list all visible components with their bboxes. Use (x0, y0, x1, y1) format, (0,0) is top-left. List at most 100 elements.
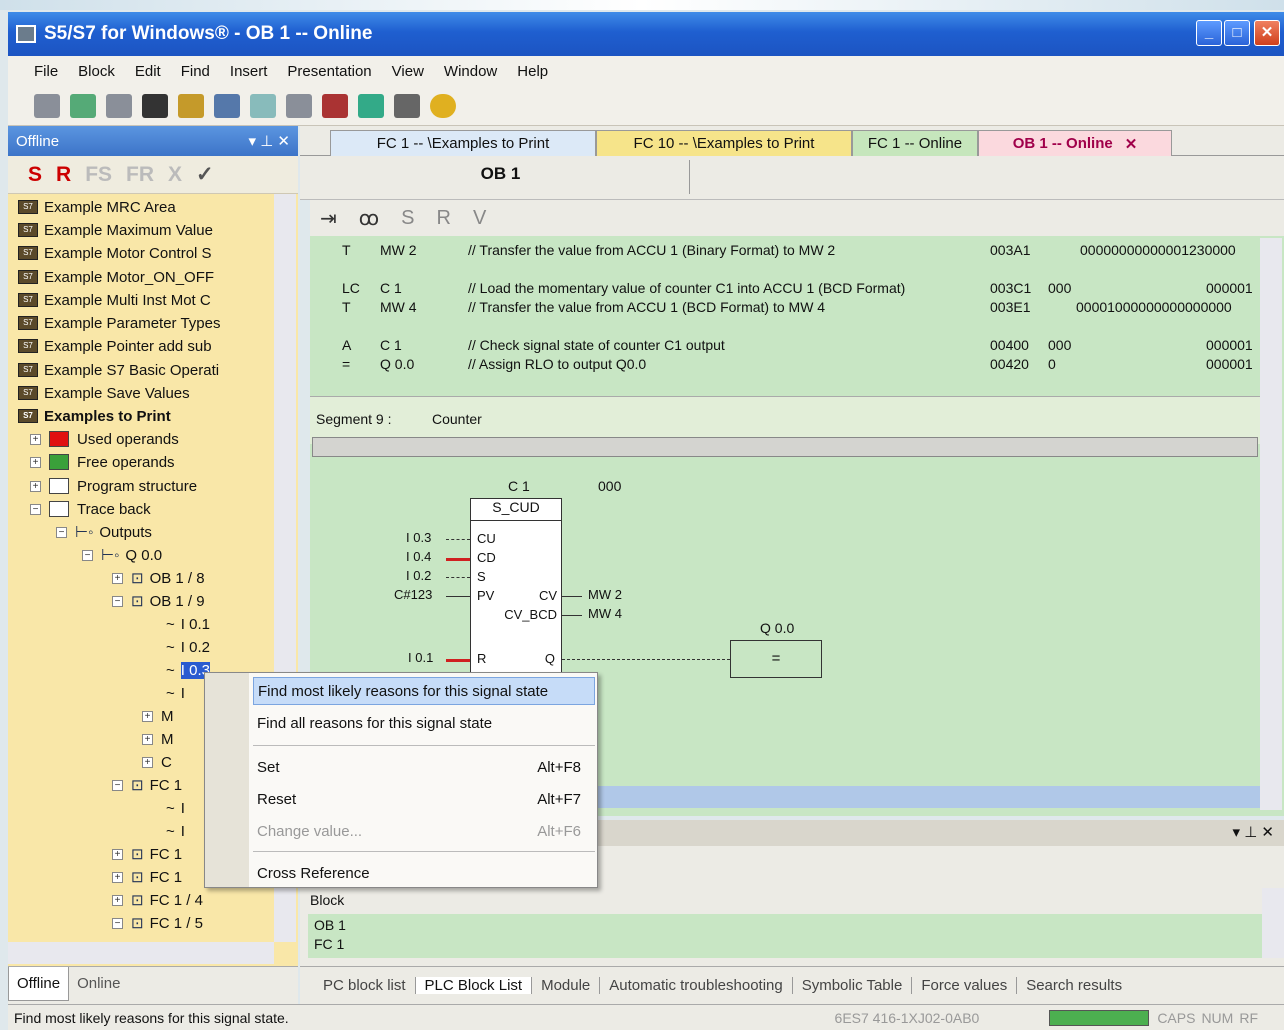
module-icon[interactable] (322, 93, 348, 118)
compare-icon[interactable] (70, 93, 96, 118)
print-icon[interactable] (106, 93, 132, 118)
tree-item[interactable]: ~ I (166, 797, 185, 819)
tab-plc-block-list[interactable]: PLC Block List (415, 977, 533, 994)
tab-search-results[interactable]: Search results (1017, 977, 1131, 994)
segment-comment[interactable] (312, 437, 1258, 457)
close-button[interactable]: ✕ (1254, 20, 1280, 46)
tool-fs[interactable]: FS (85, 163, 112, 187)
tab-fc1-examples[interactable]: FC 1 -- \Examples to Print (330, 130, 596, 156)
tool-x[interactable]: X (168, 163, 182, 187)
list-item[interactable]: OB 1 (308, 914, 1262, 936)
minimize-button[interactable]: _ (1196, 20, 1222, 46)
tool-r[interactable]: R (56, 163, 71, 187)
menu-find-all[interactable]: Find all reasons for this signal state (253, 709, 595, 737)
collapse-icon[interactable]: − (82, 549, 93, 561)
close-icon[interactable]: ✕ (1125, 135, 1138, 153)
tab-force-values[interactable]: Force values (912, 977, 1018, 994)
menu-set[interactable]: Set Alt+F8 (253, 753, 595, 781)
collapse-icon[interactable]: − (112, 779, 123, 791)
tool-s[interactable]: S (28, 163, 42, 187)
tree-item[interactable]: + ⊡ FC 1 / 4 (112, 889, 203, 911)
list-scrollbar[interactable] (1262, 888, 1284, 958)
expand-icon[interactable]: + (112, 848, 123, 860)
tab-module[interactable]: Module (532, 977, 601, 994)
tab-symbolic-table[interactable]: Symbolic Table (793, 977, 913, 994)
collapse-icon[interactable]: − (112, 917, 123, 929)
tab-fc1-online[interactable]: FC 1 -- Online (852, 130, 978, 156)
tree-item[interactable]: + C (142, 751, 172, 773)
maximize-button[interactable]: □ (1224, 20, 1250, 46)
tab-offline[interactable]: Offline (8, 967, 70, 1001)
tool-s[interactable]: S (401, 207, 414, 230)
expand-icon[interactable]: + (30, 480, 41, 492)
exit-icon[interactable]: ⇥ (320, 206, 337, 231)
tree-item[interactable]: S7 Example Motor Control S (18, 242, 212, 264)
tool-v[interactable]: V (473, 207, 486, 230)
help-icon[interactable] (430, 93, 456, 118)
expand-icon[interactable]: + (112, 572, 123, 584)
tab-fc10-examples[interactable]: FC 10 -- \Examples to Print (596, 130, 852, 156)
tree-item[interactable]: + ⊡ FC 1 (112, 866, 182, 888)
tree-item[interactable]: + M (142, 705, 174, 727)
tree-item[interactable]: S7 Examples to Print (18, 405, 171, 427)
menu-help[interactable]: Help (517, 63, 548, 80)
mail-icon[interactable] (394, 93, 420, 118)
trace-icon[interactable] (358, 93, 384, 118)
collapse-icon[interactable]: − (30, 503, 41, 515)
tree-program-structure[interactable]: + Program structure (30, 475, 197, 497)
expand-icon[interactable]: + (142, 756, 153, 768)
expand-icon[interactable]: + (30, 433, 41, 445)
menu-window[interactable]: Window (444, 63, 497, 80)
tree-ob18[interactable]: + ⊡ OB 1 / 8 (112, 567, 205, 589)
menu-block[interactable]: Block (78, 63, 115, 80)
expand-icon[interactable]: + (142, 710, 153, 722)
tree-ob19[interactable]: − ⊡ OB 1 / 9 (112, 590, 205, 612)
menu-change-value[interactable]: Change value... Alt+F6 (253, 817, 595, 845)
disk-icon[interactable] (142, 93, 168, 118)
tree-item[interactable]: ~ I (166, 682, 185, 704)
list-item[interactable]: FC 1 (308, 936, 1262, 952)
menu-file[interactable]: File (34, 63, 58, 80)
counter-box[interactable]: S_CUD CU CD S PV R CV CV_BCD Q (470, 498, 562, 692)
tree-item[interactable]: S7 Example Save Values (18, 382, 190, 404)
menu-presentation[interactable]: Presentation (287, 63, 371, 80)
tab-ob1-online[interactable]: OB 1 -- Online ✕ (978, 130, 1172, 156)
menu-edit[interactable]: Edit (135, 63, 161, 80)
collapse-icon[interactable]: − (56, 526, 67, 538)
tree-item[interactable]: − ⊡ FC 1 / 5 (112, 912, 203, 934)
tree-item[interactable]: S7 Example Maximum Value (18, 219, 213, 241)
menu-view[interactable]: View (392, 63, 424, 80)
expand-icon[interactable]: + (30, 456, 41, 468)
tool-fr[interactable]: FR (126, 163, 154, 187)
tree-item[interactable]: S7 Example Pointer add sub (18, 335, 212, 357)
tree-free-operands[interactable]: + Free operands (30, 451, 175, 473)
editor-scrollbar[interactable] (1260, 238, 1282, 810)
expand-icon[interactable]: + (142, 733, 153, 745)
tree-fc1[interactable]: − ⊡ FC 1 (112, 774, 182, 796)
plc-icon[interactable] (178, 93, 204, 118)
tree-item[interactable]: S7 Example Multi Inst Mot C (18, 289, 211, 311)
tree-item[interactable]: S7 Example Motor_ON_OFF (18, 266, 214, 288)
tree-outputs[interactable]: − ⊢◦ Outputs (56, 521, 152, 543)
expand-icon[interactable]: + (112, 894, 123, 906)
tree-item[interactable]: + M (142, 728, 174, 750)
tree-item[interactable]: S7 Example MRC Area (18, 196, 176, 218)
tool-r[interactable]: R (436, 207, 450, 230)
tree-item[interactable]: S7 Example Parameter Types (18, 312, 220, 334)
assign-coil[interactable]: = (730, 640, 822, 678)
tab-online[interactable]: Online (69, 967, 128, 1000)
collapse-icon[interactable]: − (112, 595, 123, 607)
tree-i02[interactable]: ~ I 0.2 (166, 636, 210, 658)
tree-item[interactable]: S7 Example S7 Basic Operati (18, 359, 219, 381)
tree-item[interactable]: ~ I (166, 820, 185, 842)
menu-cross-reference[interactable]: Cross Reference (253, 859, 595, 887)
menu-insert[interactable]: Insert (230, 63, 268, 80)
menu-reset[interactable]: Reset Alt+F7 (253, 785, 595, 813)
expand-icon[interactable]: + (112, 871, 123, 883)
list-icon[interactable] (286, 93, 312, 118)
tree-i01[interactable]: ~ I 0.1 (166, 613, 210, 635)
exit-icon[interactable] (34, 93, 60, 118)
menu-find[interactable]: Find (181, 63, 210, 80)
glasses-icon[interactable]: ꝏ (359, 206, 379, 231)
tree-used-operands[interactable]: + Used operands (30, 428, 179, 450)
